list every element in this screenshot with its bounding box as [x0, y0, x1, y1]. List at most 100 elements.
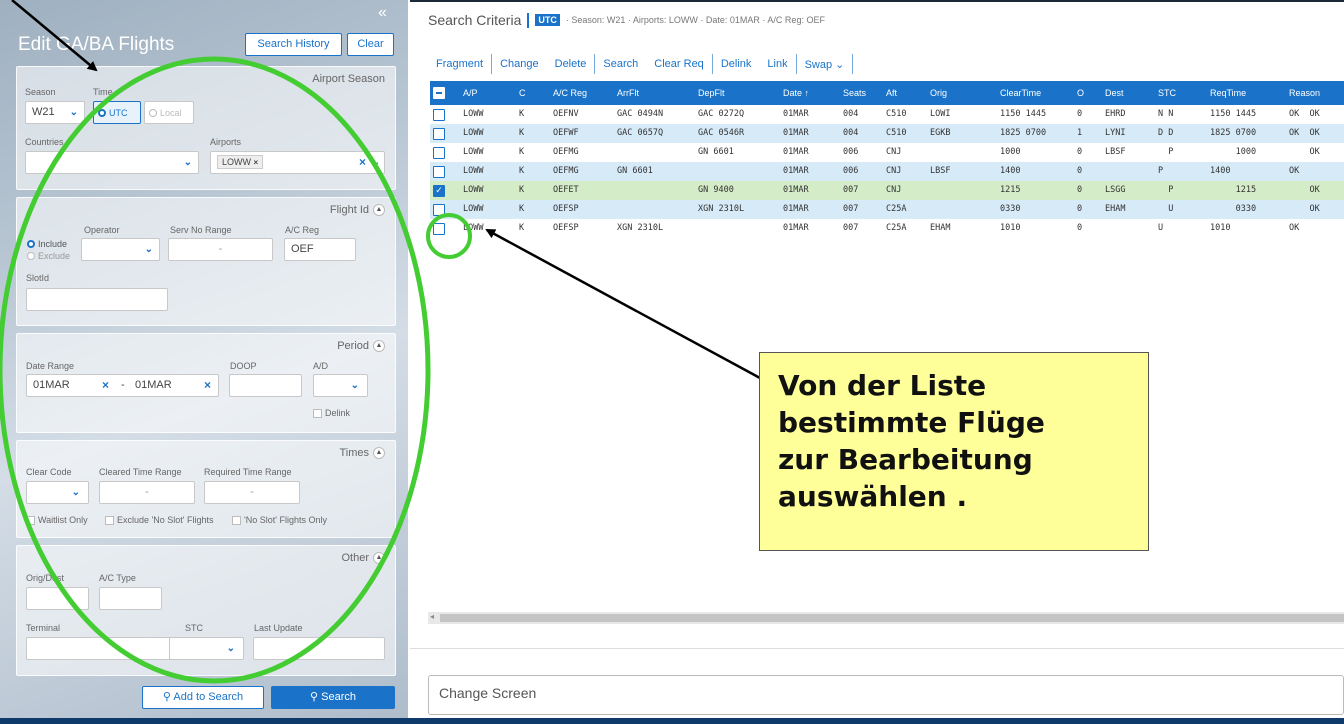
collapse-panel-icon[interactable]: «	[378, 4, 387, 22]
countries-select[interactable]: ⌄	[25, 151, 199, 174]
table-row[interactable]: LOWW K OEFSP XGN 2310L 01MAR 007 C25A 0330 0 EHAM…	[430, 200, 1344, 219]
column-header[interactable]: Seats	[843, 88, 866, 98]
row-checkbox[interactable]	[433, 147, 445, 159]
column-header[interactable]: STC	[1158, 88, 1176, 98]
row-checkbox[interactable]	[433, 166, 445, 178]
collapse-up-icon[interactable]: ▲	[373, 552, 385, 564]
column-header[interactable]: Orig	[930, 88, 947, 98]
grid-toolbar: Fragment Change Delete Search Clear Req …	[428, 54, 854, 74]
scroll-left-icon[interactable]: ◂	[430, 612, 434, 621]
clear-code-select[interactable]: ⌄	[26, 481, 89, 504]
table-row[interactable]: LOWW K OEFMG GN 6601 01MAR 006 CNJ 1000 0 LBSF P …	[430, 143, 1344, 162]
airports-select[interactable]: LOWW × × ⌄	[210, 151, 385, 174]
column-header[interactable]: Dest	[1105, 88, 1124, 98]
date-range-input[interactable]: 01MAR × - 01MAR ×	[26, 374, 219, 397]
waitlist-checkbox[interactable]: Waitlist Only	[26, 515, 88, 525]
terminal-input[interactable]	[26, 637, 174, 660]
exclude-no-slot-checkbox[interactable]: Exclude 'No Slot' Flights	[105, 515, 213, 525]
clear-x-icon[interactable]: ×	[102, 378, 109, 392]
ac-reg-input[interactable]: OEF	[284, 238, 356, 261]
cleared-time-range[interactable]: -	[99, 481, 195, 504]
table-cell: 01MAR	[783, 166, 809, 176]
required-time-range[interactable]: -	[204, 481, 300, 504]
grid-search-button[interactable]: Search	[595, 58, 646, 70]
table-cell: XGN 2310L	[617, 223, 664, 233]
delink-button[interactable]: Delink	[713, 58, 760, 70]
row-checkbox[interactable]	[433, 109, 445, 121]
collapse-up-icon[interactable]: ▲	[373, 340, 385, 352]
local-option[interactable]: Local	[144, 101, 194, 124]
row-checkbox[interactable]	[433, 204, 445, 216]
table-cell: CNJ	[886, 166, 902, 176]
table-cell: K	[519, 204, 525, 214]
column-header[interactable]: ArrFlt	[617, 88, 639, 98]
table-cell: 1150 1445	[1000, 109, 1047, 119]
horizontal-scrollbar[interactable]: ◂	[428, 612, 1344, 624]
clear-x-icon[interactable]: ×	[204, 378, 211, 392]
column-header[interactable]: ClearTime	[1000, 88, 1041, 98]
scrollbar-thumb[interactable]	[440, 614, 1344, 622]
table-row[interactable]: LOWW K OEFSP XGN 2310L 01MAR 007 C25A EHAM 1010 0…	[430, 219, 1344, 238]
table-cell: 006	[843, 147, 859, 157]
column-header[interactable]: DepFlt	[698, 88, 725, 98]
link-button[interactable]: Link	[759, 58, 795, 70]
airport-chip[interactable]: LOWW ×	[217, 155, 264, 169]
search-history-button[interactable]: Search History	[245, 33, 342, 56]
column-header[interactable]: A/P	[463, 88, 478, 98]
row-checkbox[interactable]	[433, 223, 445, 235]
ac-type-input[interactable]	[99, 587, 162, 610]
radio-selected-icon	[98, 108, 106, 117]
clear-req-button[interactable]: Clear Req	[646, 58, 712, 70]
add-to-search-button[interactable]: ⚲ Add to Search	[142, 686, 264, 709]
delink-checkbox[interactable]: Delink	[313, 408, 350, 418]
card-title: Period ▲	[337, 340, 385, 352]
season-select[interactable]: W21 ⌄	[25, 101, 85, 124]
table-row[interactable]: LOWW K OEFWF GAC 0657Q GAC 0546R 01MAR 004 C510…	[430, 124, 1344, 143]
operator-select[interactable]: ⌄	[81, 238, 160, 261]
table-cell: 0330	[1000, 204, 1021, 214]
table-cell: 1	[1077, 128, 1083, 138]
search-button[interactable]: ⚲ Search	[271, 686, 395, 709]
exclude-radio[interactable]: Exclude	[27, 251, 70, 261]
clear-x-icon[interactable]: ×	[359, 155, 366, 169]
clear-button[interactable]: Clear	[347, 33, 394, 56]
last-update-input[interactable]	[253, 637, 385, 660]
ad-select[interactable]: ⌄	[313, 374, 368, 397]
checkbox-icon	[313, 408, 322, 418]
row-checkbox-checked[interactable]: ✓	[433, 185, 445, 197]
row-checkbox[interactable]	[433, 128, 445, 140]
table-row[interactable]: LOWW K OEFNV GAC 0494N GAC 0272Q 01MAR 004 C510…	[430, 105, 1344, 124]
swap-dropdown[interactable]: Swap ⌄	[797, 58, 853, 71]
column-header[interactable]: Reason	[1289, 88, 1320, 98]
table-row[interactable]: LOWW K OEFMG GN 6601 01MAR 006 CNJ LBSF 1400 0 P 14…	[430, 162, 1344, 181]
serv-no-range[interactable]: -	[168, 238, 273, 261]
stc-select[interactable]: ⌄	[169, 637, 244, 660]
collapse-up-icon[interactable]: ▲	[373, 204, 385, 216]
criteria-title: Search Criteria	[428, 12, 522, 28]
column-header[interactable]: C	[519, 88, 526, 98]
no-slot-only-checkbox[interactable]: 'No Slot' Flights Only	[232, 515, 327, 525]
fragment-button[interactable]: Fragment	[428, 58, 491, 70]
table-cell: C25A	[886, 204, 907, 214]
select-all-checkbox[interactable]	[433, 87, 445, 99]
column-header[interactable]: Aft	[886, 88, 897, 98]
column-header[interactable]: A/C Reg	[553, 88, 587, 98]
slotid-input[interactable]	[26, 288, 168, 311]
utc-option[interactable]: UTC	[93, 101, 141, 124]
orig-dest-input[interactable]	[26, 587, 89, 610]
table-cell: 01MAR	[783, 109, 809, 119]
doop-input[interactable]	[229, 374, 302, 397]
column-header[interactable]: ReqTime	[1210, 88, 1246, 98]
table-cell: 0	[1077, 147, 1083, 157]
include-radio[interactable]: Include	[27, 239, 67, 249]
table-row[interactable]: ✓ LOWW K OEFET GN 9400 01MAR 007 CNJ 1215 0 LSGG P…	[430, 181, 1344, 200]
table-cell: 1010	[1210, 223, 1231, 233]
table-cell: OK	[1289, 185, 1320, 195]
change-button[interactable]: Change	[492, 58, 547, 70]
column-header[interactable]: Date ↑	[783, 88, 809, 98]
change-screen-panel[interactable]: Change Screen	[428, 675, 1344, 715]
collapse-up-icon[interactable]: ▲	[373, 447, 385, 459]
column-header[interactable]: O	[1077, 88, 1084, 98]
delete-button[interactable]: Delete	[547, 58, 595, 70]
serv-no-label: Serv No Range	[170, 225, 232, 235]
